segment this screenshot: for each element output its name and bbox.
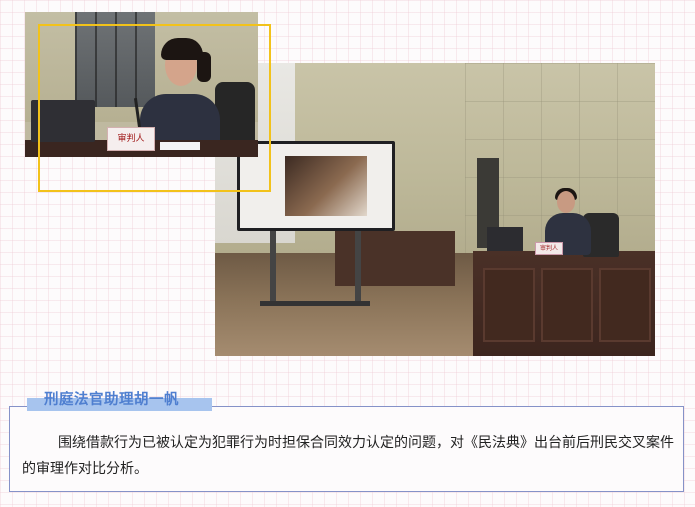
bench-panel — [541, 268, 593, 342]
caption-title: 刑庭法官助理胡一帆 — [44, 392, 179, 408]
decorative-yellow-frame — [38, 24, 271, 192]
bench-panel — [483, 268, 535, 342]
presentation-slide-image — [285, 156, 367, 216]
screen-stand-base — [260, 301, 370, 306]
laptop — [487, 227, 523, 251]
caption-text: 围绕借款行为已被认定为犯罪行为时担保合同效力认定的问题，对《民法典》出台前后刑民… — [22, 435, 674, 477]
side-desk — [335, 231, 455, 286]
speaker-head — [557, 191, 575, 213]
nameplate: 审判人 — [535, 242, 563, 255]
bench-panel — [599, 268, 651, 342]
screen-stand — [355, 231, 361, 306]
screen-stand — [270, 231, 276, 306]
courtroom-photo-main: 审判人 — [215, 63, 655, 356]
